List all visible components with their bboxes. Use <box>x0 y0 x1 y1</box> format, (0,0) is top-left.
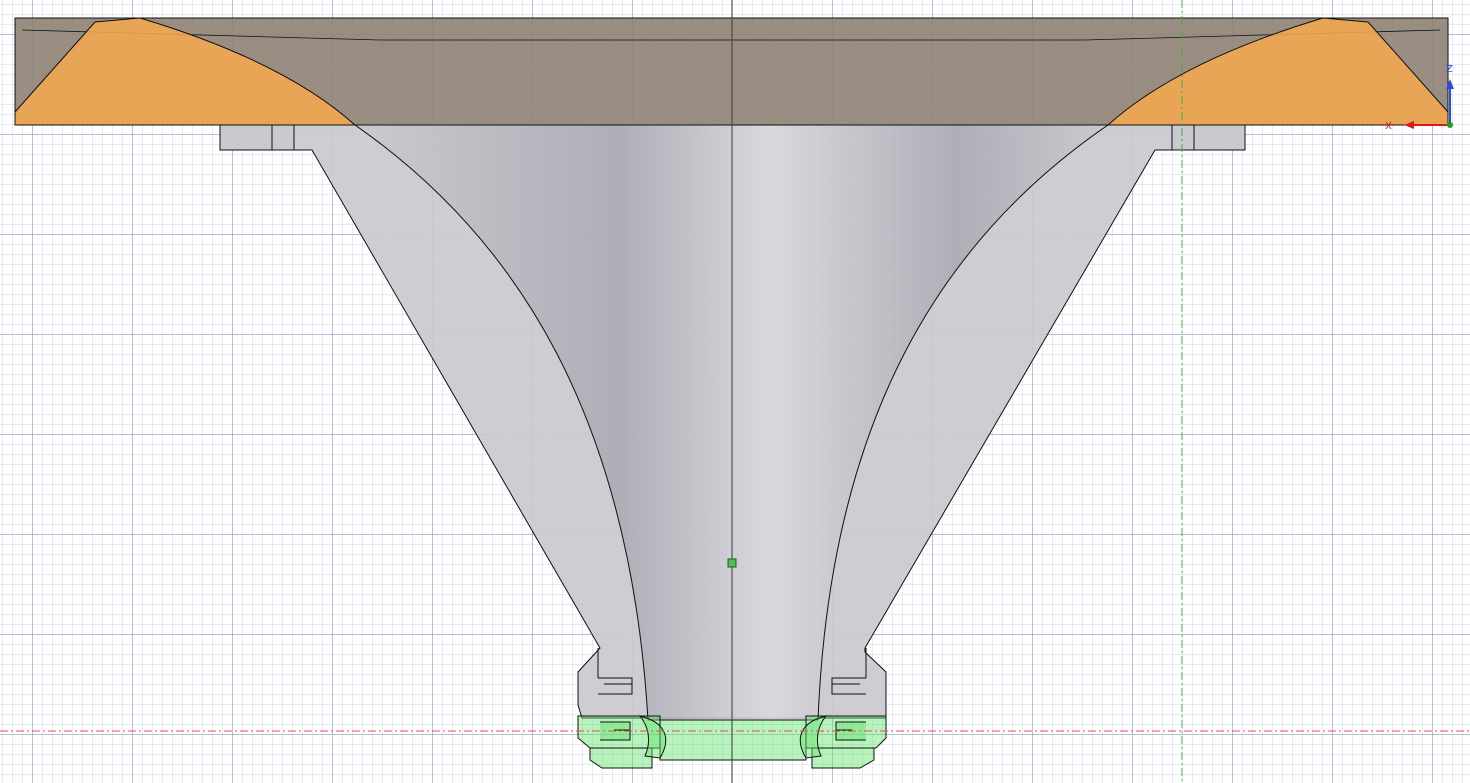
x-axis-label: X <box>1385 121 1392 132</box>
z-axis-label: Z <box>1446 64 1453 75</box>
origin-point-icon <box>1447 122 1453 128</box>
cad-viewport-3d[interactable]: X Z <box>0 0 1470 783</box>
canvas-svg[interactable]: X Z <box>0 0 1470 783</box>
sketch-point-icon[interactable] <box>727 558 737 568</box>
